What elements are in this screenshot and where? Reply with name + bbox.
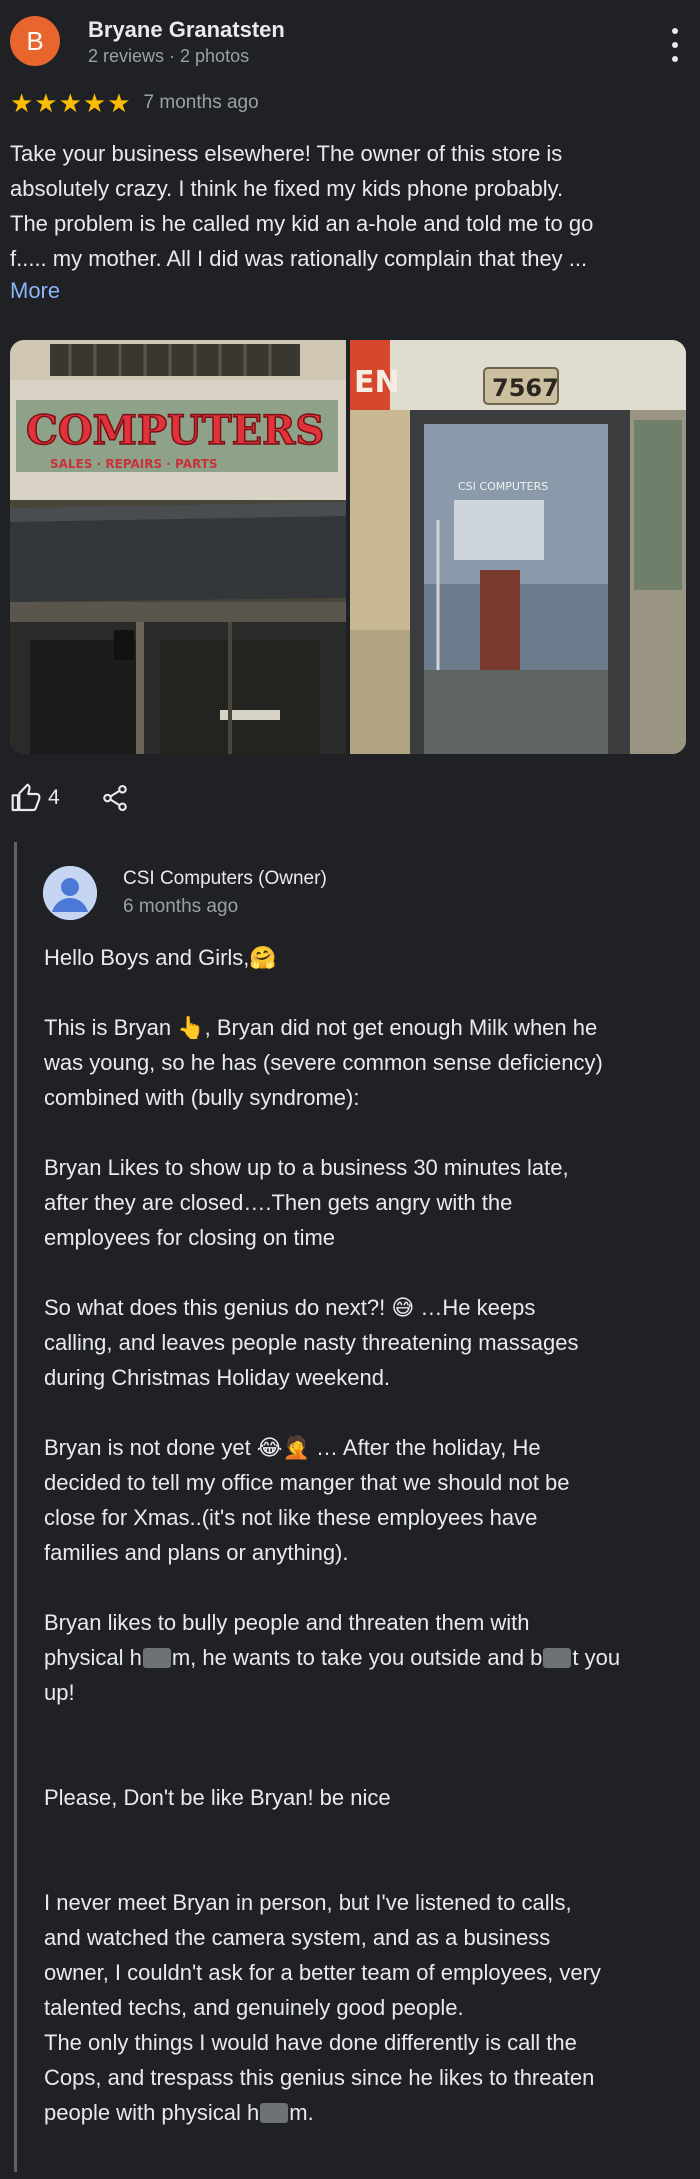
owner-date: 6 months ago [123,896,239,917]
share-icon[interactable] [100,782,130,814]
owner-reply: CSI Computers (Owner) 6 months ago Hello… [14,842,690,2172]
review-text-line: absolutely crazy. I think he fixed my ki… [10,176,564,201]
reply-paragraph: Bryan is not done yet 😂🤦 … After the hol… [44,1435,570,1565]
photo-storefront[interactable]: COMPUTERS SALES · REPAIRS · PARTS [10,340,346,754]
door-text: CSI COMPUTERS [458,480,548,493]
star-rating: ★★★★★ [10,88,132,118]
redaction-block [260,2103,289,2123]
review-text-line: Take your business elsewhere! The owner … [10,141,563,166]
reviewer-avatar[interactable]: B [10,16,60,66]
review-actions: 4 [10,780,130,816]
thumbs-up-icon[interactable] [10,782,42,814]
reply-paragraph: Hello Boys and Girls,🤗 [44,945,277,970]
review-text-line: f..... my mother. All I did was rational… [10,246,588,271]
more-link[interactable]: More [10,278,60,304]
sign-text: COMPUTERS [26,407,324,454]
reply-paragraph: Please, Don't be like Bryan! be nice [44,1785,391,1810]
redaction-block [543,1648,572,1668]
rating-row: ★★★★★ 7 months ago [10,88,259,118]
photo-door[interactable]: EN 7567 CSI COMPUTERS [350,340,686,754]
reply-paragraph: This is Bryan 👆, Bryan did not get enoug… [44,1015,603,1110]
owner-name[interactable]: CSI Computers (Owner) [123,868,327,890]
reply-paragraph: I never meet Bryan in person, but I've l… [44,1890,601,2125]
review-date: 7 months ago [143,92,259,113]
review-header: B Bryane Granatsten 2 reviews · 2 photos [10,14,690,74]
address-number: 7567 [492,374,559,402]
sign-subtext: SALES · REPAIRS · PARTS [50,457,218,471]
reply-paragraph: So what does this genius do next?! 😅 …He… [44,1295,579,1390]
reviewer-meta: 2 reviews · 2 photos [88,46,250,66]
reply-paragraph: Bryan Likes to show up to a business 30 … [44,1155,569,1250]
review-photos: COMPUTERS SALES · REPAIRS · PARTS EN 756… [10,340,686,754]
more-options-icon[interactable] [668,28,682,62]
sign-partial: EN [354,365,400,400]
reviewer-name[interactable]: Bryane Granatsten [88,17,285,43]
redaction-block [142,1648,171,1668]
reply-paragraph: Bryan likes to bully people and threaten… [44,1610,621,1705]
like-count: 4 [48,786,60,809]
owner-avatar[interactable] [43,866,97,920]
review-text: Take your business elsewhere! The owner … [10,136,680,276]
review-text-line: The problem is he called my kid an a-hol… [10,211,594,236]
